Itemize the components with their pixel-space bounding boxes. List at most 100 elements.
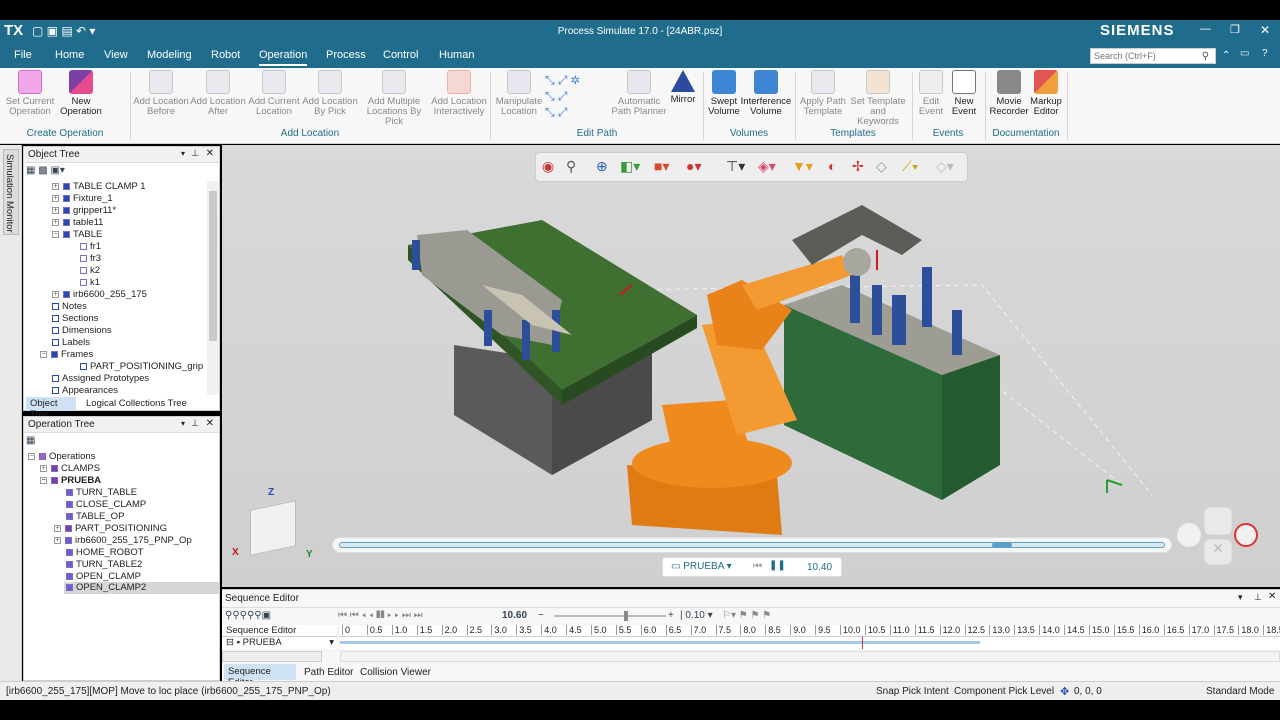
rotate-icon[interactable]: ⊕ — [596, 158, 608, 175]
tab-object-tree[interactable]: Object Tree — [26, 397, 76, 420]
tree-item-selected[interactable]: OPEN_CLAMP2 — [64, 582, 219, 594]
tab-collision-viewer[interactable]: Collision Viewer — [360, 667, 431, 678]
minus-icon[interactable]: − — [538, 610, 544, 621]
close-panel-icon[interactable]: ✕ — [1268, 591, 1276, 602]
horizontal-scrollbar[interactable] — [222, 651, 322, 662]
pause-icon[interactable]: ❚❚ — [769, 560, 786, 571]
sequence-tools-icons[interactable]: ⚲⚲⚲⚲⚲▣ — [225, 610, 271, 621]
gantt-scrollbar[interactable] — [340, 651, 1280, 662]
tree-item[interactable]: + CLAMPS — [40, 463, 100, 475]
snap-icon[interactable]: ◇ — [876, 158, 887, 175]
tree-item[interactable]: − Frames — [40, 349, 93, 361]
edit-event-button[interactable]: Edit Event — [914, 70, 948, 117]
snap-pick-intent[interactable]: Snap Pick Intent — [876, 686, 949, 697]
window-icon[interactable]: ▭ — [1240, 48, 1249, 59]
close-icon[interactable]: ✕ — [1260, 23, 1270, 37]
add-multiple-locations-button[interactable]: Add Multiple Locations By Pick — [358, 70, 430, 127]
pin-icon[interactable]: ⊥ — [191, 418, 199, 429]
simulation-monitor-tab[interactable]: Simulation Monitor — [3, 149, 19, 235]
new-event-button[interactable]: New Event — [946, 70, 982, 117]
interference-volume-button[interactable]: Interference Volume — [740, 70, 792, 117]
pin-icon[interactable]: ⊥ — [1254, 592, 1262, 603]
tab-home[interactable]: Home — [55, 49, 84, 61]
close-panel-icon[interactable]: ✕ — [206, 418, 214, 429]
tree-item[interactable]: + TABLE CLAMP 1 — [52, 181, 146, 193]
pin-icon[interactable]: ⊥ — [191, 148, 199, 159]
player-operation-select[interactable]: ▭ PRUEBA ▾ — [671, 561, 732, 572]
tree-item[interactable]: TURN_TABLE2 — [66, 559, 142, 571]
tree-toolbar[interactable]: ▦ ▩ ▣▾ — [26, 165, 65, 176]
close-panel-icon[interactable]: ✕ — [206, 148, 214, 159]
hidden-icon[interactable]: ◇▾ — [936, 158, 954, 175]
view-cube[interactable] — [250, 500, 296, 556]
tree-item[interactable]: TABLE_OP — [66, 511, 124, 523]
playback-controls[interactable]: ⏮ ⏮ ◂ ◂ ❚❚ ▸ ▸ ⏭ ⏭ — [338, 610, 423, 621]
tree-item[interactable]: Notes — [52, 301, 87, 313]
dropdown-icon[interactable]: ▾ — [1238, 592, 1243, 603]
speed-slider[interactable] — [554, 611, 666, 621]
add-location-before-button[interactable]: Add Location Before — [132, 70, 190, 117]
scene-3d[interactable] — [222, 145, 1280, 587]
zoom-to-fit-icon[interactable]: ◉ — [542, 158, 554, 175]
tab-file[interactable]: File — [14, 49, 32, 61]
tab-modeling[interactable]: Modeling — [147, 49, 192, 61]
view-cube-icon[interactable]: ◧▾ — [620, 158, 640, 175]
tree-item[interactable]: + irb6600_255_175 — [52, 289, 147, 301]
tab-process[interactable]: Process — [326, 49, 366, 61]
tree-item[interactable]: − TABLE — [52, 229, 102, 241]
tree-item[interactable]: k1 — [80, 277, 100, 289]
tab-sequence-editor[interactable]: Sequence Editor — [224, 664, 296, 688]
zoom-icon[interactable] — [1234, 523, 1258, 547]
add-location-interactively-button[interactable]: Add Location Interactively — [430, 70, 488, 117]
help-icon[interactable]: ? — [1262, 48, 1268, 59]
pick-icon[interactable]: ◐ — [828, 158, 836, 174]
dropdown-icon[interactable]: ▾ — [181, 149, 185, 158]
tree-toolbar[interactable]: ▦ — [26, 435, 35, 446]
tab-path-editor[interactable]: Path Editor — [304, 667, 353, 678]
link-icons[interactable]: ⚐▾ ⚑ ⚑ ⚑ — [722, 610, 771, 621]
add-location-by-pick-button[interactable]: Add Location By Pick — [302, 70, 358, 117]
close-view-icon[interactable]: ✕ — [1204, 539, 1232, 565]
tab-view[interactable]: View — [104, 49, 128, 61]
tree-item[interactable]: + irb6600_255_175_PNP_Op — [54, 535, 192, 547]
measure-icon[interactable]: ⊤▾ — [726, 158, 745, 175]
fit-view-icon[interactable] — [1177, 523, 1201, 547]
tab-robot[interactable]: Robot — [211, 49, 240, 61]
minimize-icon[interactable]: — — [1200, 23, 1211, 35]
tab-control[interactable]: Control — [383, 49, 418, 61]
tree-item[interactable]: − Operations — [28, 451, 95, 463]
tree-item[interactable]: Dimensions — [52, 325, 112, 337]
sequence-row[interactable]: ⊟ ▪ PRUEBA ▾ — [222, 637, 337, 649]
tree-item[interactable]: CLOSE_CLAMP — [66, 499, 146, 511]
dropdown-icon[interactable]: ▾ — [181, 419, 185, 428]
tab-human[interactable]: Human — [439, 49, 474, 61]
gantt-area[interactable]: 0 0.5 1.0 1.5 2.0 2.5 3.0 3.5 4.0 4.5 5.0 5.5 6.0 6.5… — [340, 625, 1280, 649]
tree-item[interactable]: Labels — [52, 337, 90, 349]
render-mode-icon[interactable]: ■▾ — [654, 158, 669, 175]
search-box[interactable]: ⚲ — [1090, 48, 1216, 64]
tree-item[interactable]: TURN_TABLE — [66, 487, 137, 499]
tree-item[interactable]: − PRUEBA — [40, 475, 101, 487]
tree-item[interactable]: + Fixture_1 — [52, 193, 113, 205]
simulation-timeline[interactable] — [332, 537, 1172, 553]
mirror-button[interactable]: Mirror — [666, 70, 700, 105]
tree-item[interactable]: PART_POSITIONING_grip — [80, 361, 203, 373]
component-pick-level[interactable]: Component Pick Level — [954, 686, 1054, 697]
restore-icon[interactable]: ❐ — [1230, 23, 1240, 36]
zoom-icon[interactable]: ⚲ — [566, 158, 576, 175]
add-location-after-button[interactable]: Add Location After — [190, 70, 246, 117]
tree-item[interactable]: + table11 — [52, 217, 103, 229]
path-edit-icons[interactable]: ⤡ ⤢ ✲ ⤡ ⤢ ⤡ ⤢ — [545, 72, 605, 124]
chevron-up-icon[interactable]: ⌃ — [1222, 50, 1230, 61]
tree-item[interactable]: Assigned Prototypes — [52, 373, 149, 385]
light-icon[interactable]: ●▾ — [686, 158, 701, 175]
graphic-viewer[interactable]: Z X Y ▭ PRUEBA ▾ ⏮ ❚❚ 10.40 ✕ — [222, 145, 1280, 587]
swept-volume-button[interactable]: Swept Volume — [706, 70, 742, 117]
add-current-location-button[interactable]: Add Current Location — [246, 70, 302, 117]
tree-item[interactable]: fr1 — [80, 241, 101, 253]
section-icon[interactable]: ◈▾ — [758, 158, 776, 175]
apply-path-template-button[interactable]: Apply Path Template — [797, 70, 849, 117]
tree-item[interactable]: Sections — [52, 313, 98, 325]
new-operation-button[interactable]: New Operation — [56, 70, 106, 117]
tree-item[interactable]: + PART_POSITIONING — [54, 523, 167, 535]
